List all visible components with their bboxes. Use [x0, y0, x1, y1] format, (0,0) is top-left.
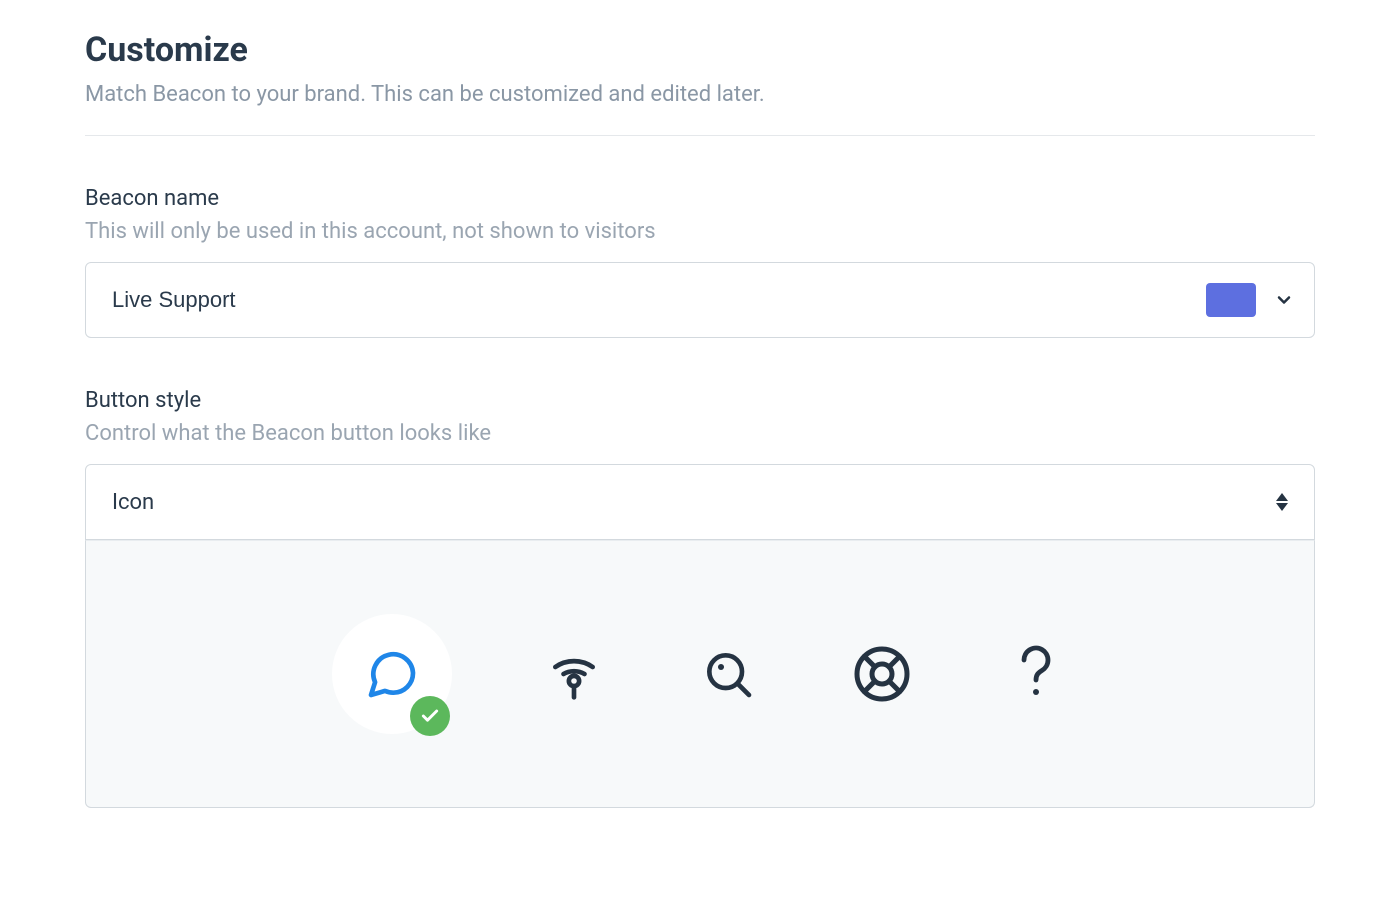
- beacon-name-input-row: [85, 262, 1315, 338]
- lifebuoy-icon: [852, 644, 912, 704]
- search-icon: [700, 646, 756, 702]
- icon-picker: [85, 540, 1315, 808]
- chat-icon: [364, 646, 420, 702]
- icon-option-search[interactable]: [696, 642, 760, 706]
- check-icon: [410, 696, 450, 736]
- button-style-select[interactable]: Icon: [85, 464, 1315, 540]
- beacon-name-hint: This will only be used in this account, …: [85, 219, 1315, 244]
- page-title: Customize: [85, 30, 1315, 70]
- color-swatch[interactable]: [1206, 283, 1256, 317]
- beacon-icon: [546, 646, 602, 702]
- beacon-name-field: Beacon name This will only be used in th…: [85, 186, 1315, 338]
- question-icon: [1012, 644, 1060, 704]
- icon-option-question[interactable]: [1004, 642, 1068, 706]
- beacon-name-input[interactable]: [112, 287, 1206, 313]
- divider: [85, 135, 1315, 136]
- icon-option-lifebuoy[interactable]: [850, 642, 914, 706]
- beacon-name-label: Beacon name: [85, 186, 1315, 211]
- button-style-hint: Control what the Beacon button looks lik…: [85, 421, 1315, 446]
- button-style-value: Icon: [112, 490, 154, 515]
- button-style-field: Button style Control what the Beacon but…: [85, 388, 1315, 808]
- icon-option-beacon[interactable]: [542, 642, 606, 706]
- chevron-down-icon[interactable]: [1274, 290, 1294, 310]
- page-subtitle: Match Beacon to your brand. This can be …: [85, 82, 1315, 107]
- sort-icon: [1276, 493, 1288, 511]
- button-style-label: Button style: [85, 388, 1315, 413]
- icon-option-chat[interactable]: [332, 614, 452, 734]
